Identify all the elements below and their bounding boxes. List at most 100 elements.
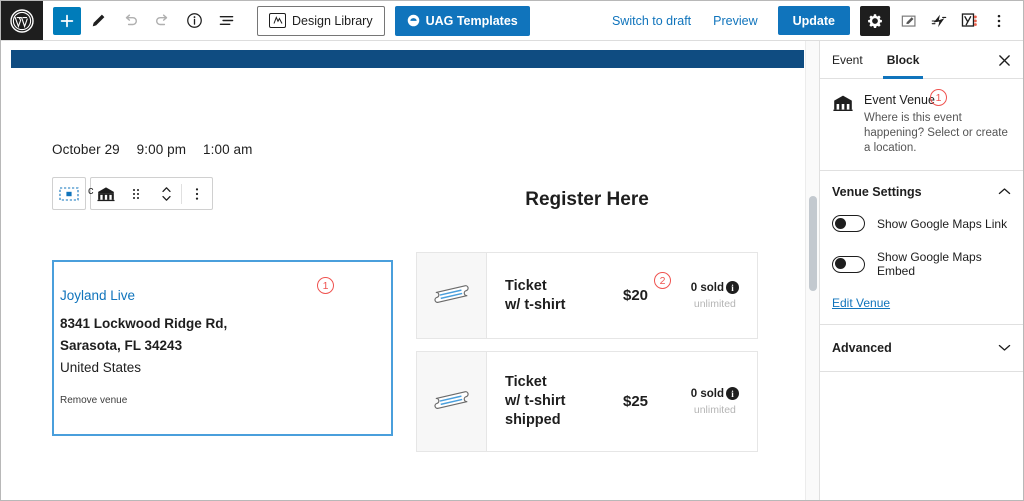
preview-button[interactable]: Preview	[703, 14, 767, 28]
toggle-knob	[834, 217, 846, 229]
redo-button[interactable]	[147, 6, 177, 36]
toggle-knob	[834, 258, 846, 269]
venue-building-icon[interactable]	[91, 178, 121, 209]
ticket-sold-count: 0 sold i	[691, 281, 739, 294]
select-parent-group[interactable]	[52, 177, 86, 210]
hero-banner-block[interactable]	[11, 50, 804, 68]
show-google-maps-embed-toggle[interactable]	[832, 255, 865, 273]
chevron-up-icon[interactable]	[998, 183, 1011, 201]
ticket-name: Ticket w/ t-shirt shipped	[505, 373, 623, 430]
ticket-sold-label: 0 sold	[690, 387, 724, 400]
ticket-capacity: unlimited	[693, 404, 736, 416]
ticket-name: Ticket w/ t-shirt	[505, 277, 623, 315]
document-edit-icon[interactable]	[895, 7, 923, 35]
ticket-stock: 0 sold i unlimited	[691, 387, 739, 416]
register-heading: Register Here	[525, 189, 649, 210]
wordpress-block-editor: Design Library UAG Templates Switch to d…	[0, 0, 1024, 501]
tab-block[interactable]: Block	[875, 41, 932, 79]
add-block-button[interactable]	[53, 6, 81, 35]
uag-templates-label: UAG Templates	[425, 13, 518, 28]
toggle-row-google-maps-embed: Show Google Maps Embed	[832, 250, 1011, 278]
design-library-icon	[269, 13, 286, 28]
top-bar-left-tools: Design Library UAG Templates	[43, 5, 530, 36]
ticket-row[interactable]: Ticket w/ t-shirt $20 0 sold i unlimited…	[416, 252, 758, 339]
show-google-maps-embed-label: Show Google Maps Embed	[877, 250, 982, 278]
venue-country: United States	[60, 360, 142, 375]
settings-sidebar: Event Block Event Venue Where is this ev…	[819, 41, 1023, 500]
advanced-title: Advanced	[832, 341, 892, 355]
gear-icon[interactable]	[860, 5, 890, 36]
event-datetime[interactable]: October 29 9:00 pm 1:00 am	[52, 142, 265, 157]
annotation-marker-1: 1	[930, 89, 947, 106]
switch-to-draft-button[interactable]: Switch to draft	[602, 14, 701, 28]
ticket-price: $25	[623, 393, 649, 410]
undo-button[interactable]	[115, 6, 145, 36]
details-button[interactable]	[179, 6, 209, 36]
move-up-down-icon[interactable]	[151, 178, 181, 209]
info-icon[interactable]: i	[726, 281, 739, 294]
tab-event[interactable]: Event	[820, 41, 875, 79]
show-google-maps-link-label: Show Google Maps Link	[877, 216, 1008, 231]
ticket-stock: 0 sold i unlimited	[691, 281, 739, 310]
venue-block[interactable]: Joyland Live 8341 Lockwood Ridge Rd, Sar…	[52, 260, 393, 436]
edit-venue-link[interactable]: Edit Venue	[832, 296, 1011, 310]
venue-settings-header[interactable]: Venue Settings	[832, 183, 1011, 201]
ticket-price: $20	[623, 287, 649, 304]
annotation-marker-2: 2	[654, 272, 671, 289]
ticket-sold-count: 0 sold i	[691, 387, 739, 400]
list-view-button[interactable]	[211, 6, 241, 36]
venue-address-line1: 8341 Lockwood Ridge Rd,	[60, 316, 228, 331]
uag-icon	[407, 14, 419, 27]
venue-settings-title: Venue Settings	[832, 185, 922, 199]
venue-name-link[interactable]: Joyland Live	[60, 288, 135, 303]
block-description: Where is this event happening? Select or…	[864, 112, 1008, 154]
advanced-section-header[interactable]: Advanced	[820, 325, 1023, 372]
venue-settings-section: Venue Settings Show Google Maps Link Sho…	[820, 171, 1023, 325]
drag-handle-icon[interactable]	[121, 178, 151, 209]
jetpack-icon[interactable]	[925, 7, 953, 35]
editor-canvas: October 29 9:00 pm 1:00 am c Joyland Liv…	[1, 41, 805, 500]
update-button[interactable]: Update	[777, 6, 850, 35]
ticket-details: Ticket w/ t-shirt shipped $25 0 sold i u…	[487, 352, 757, 451]
top-bar-right-tools: Switch to draft Preview Update	[602, 5, 1023, 36]
ticket-details: Ticket w/ t-shirt $20 0 sold i unlimited…	[487, 253, 757, 338]
ticket-capacity: unlimited	[693, 298, 736, 310]
select-parent-block-icon[interactable]	[54, 178, 84, 209]
ticket-name-line2: w/ t-shirt	[505, 296, 566, 313]
annotation-marker-1: 1	[317, 277, 334, 294]
ticket-icon	[417, 352, 487, 451]
wordpress-logo-icon[interactable]	[1, 1, 43, 40]
more-options-icon[interactable]	[985, 7, 1013, 35]
design-library-button[interactable]: Design Library	[257, 5, 385, 36]
edit-tool-button[interactable]	[83, 6, 113, 36]
event-start-time: 9:00 pm	[136, 142, 187, 157]
editor-top-bar: Design Library UAG Templates Switch to d…	[1, 1, 1023, 41]
venue-address: 8341 Lockwood Ridge Rd, Sarasota, FL 342…	[60, 313, 227, 379]
close-icon[interactable]	[995, 51, 1013, 69]
info-icon[interactable]: i	[726, 387, 739, 400]
event-date: October 29	[52, 142, 120, 157]
ticket-row[interactable]: Ticket w/ t-shirt shipped $25 0 sold i u…	[416, 351, 758, 452]
block-options-icon[interactable]	[182, 178, 212, 209]
show-google-maps-link-toggle[interactable]	[832, 215, 865, 232]
venue-address-line2: Sarasota, FL 34243	[60, 338, 183, 353]
ticket-name-line2: w/ t-shirt	[505, 393, 566, 409]
ticket-name-line1: Ticket	[505, 277, 547, 294]
toolbar-overlap-char: c	[88, 185, 94, 197]
ticket-name-line1: Ticket	[505, 374, 547, 390]
canvas-scrollbar[interactable]	[805, 41, 819, 500]
block-info-header: Event Venue Where is this event happenin…	[820, 79, 1023, 171]
remove-venue-button[interactable]: Remove venue	[60, 395, 127, 406]
chevron-down-icon[interactable]	[998, 339, 1011, 357]
design-library-label: Design Library	[292, 13, 373, 28]
sidebar-tabs: Event Block	[820, 41, 1023, 79]
ticket-name-line3: shipped	[505, 412, 561, 428]
scrollbar-thumb[interactable]	[809, 196, 817, 291]
venue-building-icon	[832, 94, 854, 156]
event-end-time: 1:00 am	[203, 142, 253, 157]
toggle-row-google-maps-link: Show Google Maps Link	[832, 215, 1011, 232]
yoast-seo-icon[interactable]	[955, 7, 983, 35]
ticket-sold-label: 0 sold	[690, 281, 724, 294]
uag-templates-button[interactable]: UAG Templates	[394, 5, 530, 36]
block-actions-group	[90, 177, 213, 210]
